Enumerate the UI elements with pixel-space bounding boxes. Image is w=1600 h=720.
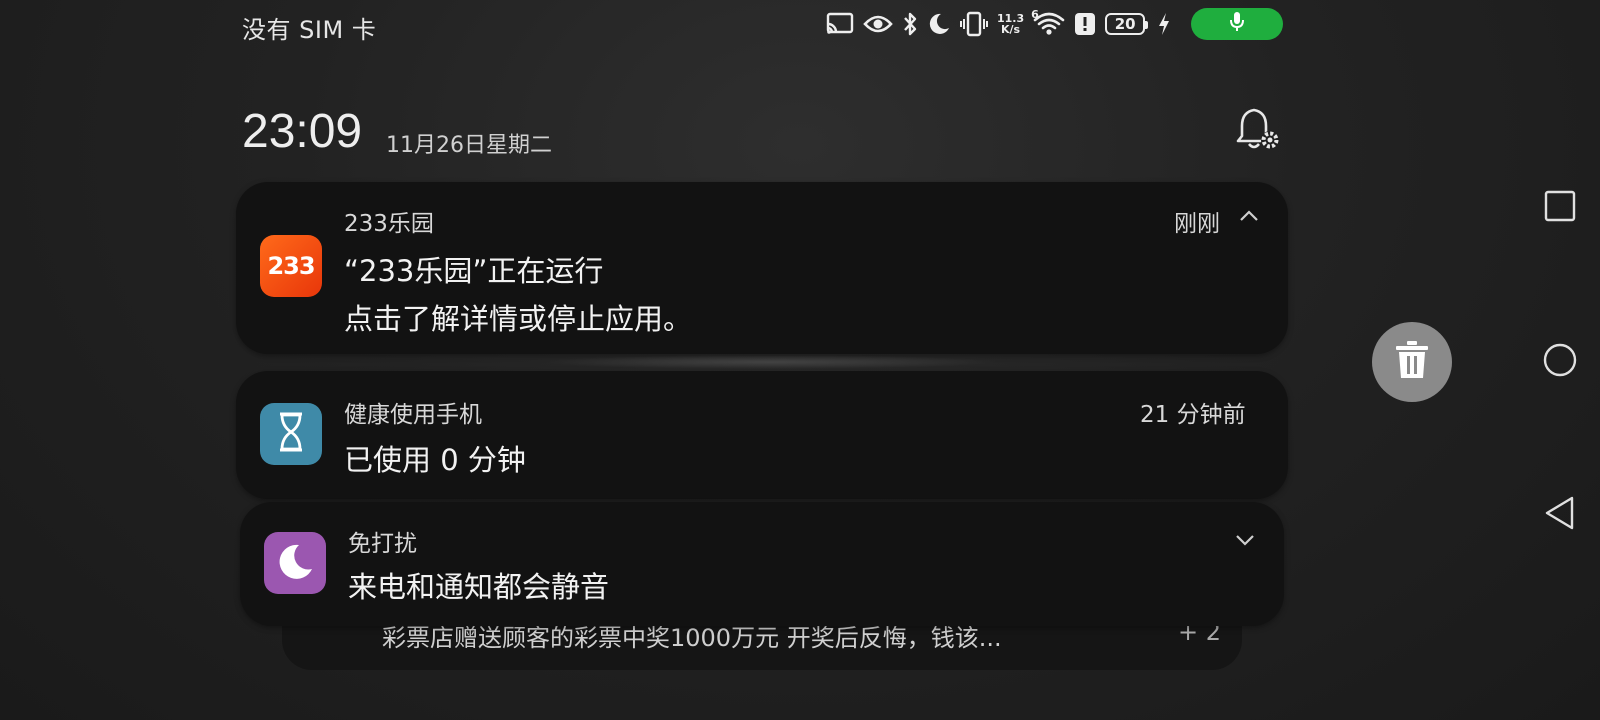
chevron-down-icon[interactable]: [1234, 532, 1256, 551]
notification-shade: 没有 SIM 卡 11.3 K/s 6 20 23:09 11月26日星期二 2…: [0, 0, 1600, 720]
hourglass-icon: [277, 412, 305, 456]
notification-title: “233乐园”正在运行: [344, 254, 604, 288]
notification-time: 21 分钟前: [1140, 402, 1246, 428]
notification-title: 已使用 0 分钟: [344, 443, 526, 477]
cast-icon: [826, 12, 854, 36]
clock: 23:09: [242, 105, 363, 158]
microphone-icon: [1228, 11, 1246, 37]
bluetooth-icon: [902, 11, 918, 37]
wifi-badge: 6: [1031, 8, 1039, 21]
charging-icon: [1158, 12, 1170, 36]
app-name: 健康使用手机: [344, 402, 482, 428]
trash-icon: [1394, 340, 1430, 384]
notification-time: 刚刚: [1174, 211, 1220, 237]
notification-body: 点击了解详情或停止应用。: [344, 302, 693, 336]
alert-icon: [1074, 12, 1096, 36]
app-name: 免打扰: [348, 531, 417, 557]
vibrate-icon: [960, 11, 988, 37]
app-name: 233乐园: [344, 211, 434, 237]
eye-comfort-icon: [863, 13, 893, 35]
clear-all-button[interactable]: [1372, 322, 1452, 402]
divider: [540, 355, 1000, 369]
back-triangle-icon[interactable]: [1542, 495, 1578, 531]
app-icon-digital-wellbeing: [260, 403, 322, 465]
moon-icon: [275, 541, 315, 585]
notification-title: 来电和通知都会静音: [348, 570, 610, 604]
microphone-in-use-indicator[interactable]: [1191, 8, 1283, 40]
status-icons: 11.3 K/s 6 20: [826, 8, 1170, 40]
notification-card-233[interactable]: 233 233乐园 刚刚 “233乐园”正在运行 点击了解详情或停止应用。: [236, 182, 1288, 354]
app-icon-233-label: 233: [267, 252, 315, 280]
recents-square-icon[interactable]: [1542, 188, 1578, 224]
home-circle-icon[interactable]: [1542, 342, 1578, 378]
carrier-status: 没有 SIM 卡: [242, 16, 377, 44]
app-icon-233: 233: [260, 235, 322, 297]
do-not-disturb-icon: [927, 12, 951, 36]
battery-level: 20: [1114, 15, 1136, 33]
notification-settings-icon[interactable]: [1236, 106, 1280, 152]
chevron-up-icon[interactable]: [1238, 208, 1260, 227]
wifi-icon: 6: [1031, 8, 1065, 36]
notification-card-do-not-disturb[interactable]: 免打扰 来电和通知都会静音: [240, 502, 1284, 626]
battery-icon: 20: [1105, 13, 1149, 35]
app-icon-do-not-disturb: [264, 532, 326, 594]
network-speed-unit: K/s: [1001, 23, 1021, 36]
network-speed: 11.3 K/s: [997, 13, 1024, 35]
notification-card-digital-wellbeing[interactable]: 健康使用手机 21 分钟前 已使用 0 分钟: [236, 371, 1288, 499]
date: 11月26日星期二: [386, 133, 552, 158]
